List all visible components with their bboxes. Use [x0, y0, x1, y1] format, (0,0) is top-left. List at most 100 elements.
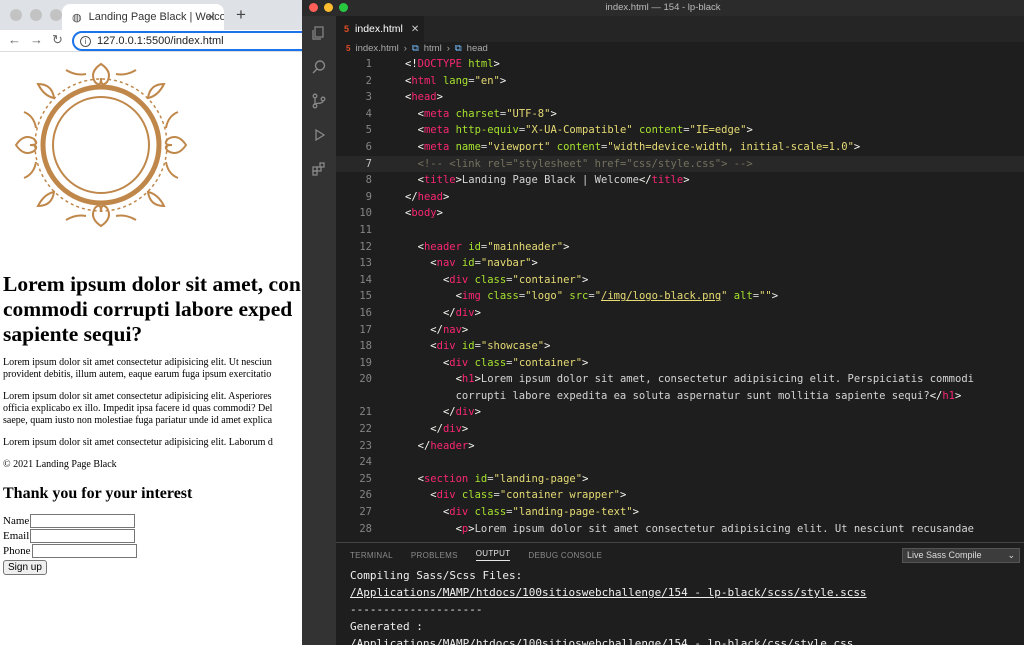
minimize-window-button[interactable] — [30, 9, 42, 21]
browser-toolbar: ← → ↻ i 127.0.0.1:5500/index.html — [0, 30, 302, 52]
line-number: 23 — [359, 439, 372, 452]
output-line: Generated : — [350, 620, 423, 633]
code-text: <meta charset="UTF-8"> — [417, 107, 557, 120]
browser-window: ◍ Landing Page Black | Welcome ✕ + ← → ↻… — [0, 0, 302, 645]
line-number: 1 — [365, 58, 372, 70]
breadcrumb: 5 index.html › ⧉ html › ⧉ head — [336, 42, 1024, 56]
line-number: 10 — [359, 207, 372, 220]
code-line[interactable]: 9 </head> — [336, 189, 1024, 206]
back-icon[interactable]: ← — [8, 32, 21, 47]
code-line[interactable]: 26 <div class="container wrapper"> — [336, 487, 1024, 504]
code-line[interactable]: 10 <body> — [336, 205, 1024, 222]
copyright-text: © 2021 Landing Page Black — [3, 459, 117, 470]
code-line[interactable]: 19 <div class="container"> — [336, 355, 1024, 372]
ornamental-logo — [14, 62, 188, 228]
code-line[interactable]: 25 <section id="landing-page"> — [336, 471, 1024, 488]
panel-tab-debug-console[interactable]: DEBUG CONSOLE — [528, 551, 602, 560]
explorer-icon[interactable] — [302, 16, 336, 50]
code-line[interactable]: 15 <img class="logo" src="/img/logo-blac… — [336, 288, 1024, 305]
close-window-button[interactable] — [10, 9, 22, 21]
url-text: 127.0.0.1:5500/index.html — [97, 35, 224, 47]
code-line[interactable]: 23 </header> — [336, 438, 1024, 455]
code-text: <!DOCTYPE html> — [405, 58, 500, 70]
code-area[interactable]: 1 <!DOCTYPE html> 2 <html lang="en"> 3 <head>… — [336, 56, 1024, 542]
line-number: 16 — [359, 306, 372, 319]
code-line[interactable]: 24 — [336, 454, 1024, 471]
element-icon: ⧉ — [411, 43, 419, 54]
code-line[interactable]: 11 — [336, 222, 1024, 239]
code-line[interactable]: 28 <p>Lorem ipsum dolor sit amet consect… — [336, 521, 1024, 538]
code-line[interactable]: 20 <h1>Lorem ipsum dolor sit amet, conse… — [336, 371, 1024, 388]
name-label: Name — [3, 514, 30, 527]
code-line[interactable]: 1 <!DOCTYPE html> — [336, 56, 1024, 73]
code-line[interactable]: 17 </nav> — [336, 322, 1024, 339]
line-number: 9 — [365, 190, 372, 203]
panel-tab-output[interactable]: OUTPUT — [475, 549, 511, 561]
output-line[interactable]: /Applications/MAMP/htdocs/100sitioswebch… — [350, 584, 1024, 601]
run-debug-icon[interactable] — [302, 118, 336, 152]
close-tab-icon[interactable]: ✕ — [207, 11, 216, 24]
phone-input[interactable] — [31, 543, 137, 558]
forward-icon[interactable]: → — [30, 32, 43, 47]
code-text: <div class="landing-page-text"> — [442, 506, 639, 519]
output-line[interactable]: /Applications/MAMP/htdocs/100sitioswebch… — [350, 635, 1024, 645]
email-label: Email — [3, 529, 30, 542]
name-input[interactable] — [30, 513, 136, 528]
editor-minimize-button[interactable] — [324, 3, 333, 12]
address-bar[interactable]: i 127.0.0.1:5500/index.html — [72, 31, 302, 51]
panel-tab-problems[interactable]: PROBLEMS — [411, 551, 458, 560]
extensions-icon[interactable] — [302, 152, 336, 186]
code-line[interactable]: 22 </div> — [336, 421, 1024, 438]
code-text: <div id="showcase"> — [430, 340, 551, 353]
breadcrumb-head[interactable]: head — [467, 42, 488, 56]
close-editor-tab-icon[interactable]: ✕ — [411, 24, 419, 35]
editor-close-button[interactable] — [309, 3, 318, 12]
code-line[interactable]: 16 </div> — [336, 305, 1024, 322]
signup-button[interactable]: Sign up — [3, 560, 47, 575]
code-line[interactable]: 14 <div class="container"> — [336, 272, 1024, 289]
code-line[interactable]: 6 <meta name="viewport" content="width=d… — [336, 139, 1024, 156]
source-control-icon[interactable] — [302, 84, 336, 118]
code-line[interactable]: 27 <div class="landing-page-text"> — [336, 504, 1024, 521]
showcase-heading: Lorem ipsum dolor sit amet, con commodi … — [3, 272, 301, 346]
editor-zoom-button[interactable] — [339, 3, 348, 12]
code-text: <p>Lorem ipsum dolor sit amet consectetu… — [455, 522, 974, 535]
code-line[interactable]: corrupti labore expedita ea soluta asper… — [336, 388, 1024, 405]
search-icon[interactable] — [302, 50, 336, 84]
code-line[interactable]: 13 <nav id="navbar"> — [336, 255, 1024, 272]
browser-tab[interactable]: ◍ Landing Page Black | Welcome ✕ — [62, 4, 224, 30]
line-number: 13 — [359, 257, 372, 270]
reload-icon[interactable]: ↻ — [52, 32, 63, 48]
code-line[interactable]: 7 <!-- <link rel="stylesheet" href="css/… — [336, 155, 1024, 173]
code-line[interactable]: 8 <title>Landing Page Black | Welcome</t… — [336, 172, 1024, 189]
paragraph-1: Lorem ipsum dolor sit amet consectetur a… — [3, 357, 272, 380]
panel-tab-terminal[interactable]: TERMINAL — [350, 551, 393, 560]
breadcrumb-file[interactable]: index.html — [355, 42, 398, 56]
site-info-icon[interactable]: i — [80, 35, 91, 47]
output-channel-select[interactable]: Live Sass Compile ⌄ — [902, 548, 1020, 563]
editor-tab-index-html[interactable]: 5 index.html ✕ — [336, 16, 424, 42]
output-line: Compiling Sass/Scss Files: — [350, 569, 523, 582]
line-number: 18 — [359, 340, 372, 353]
zoom-window-button[interactable] — [50, 9, 62, 21]
code-line[interactable]: 21 </div> — [336, 404, 1024, 421]
line-number: 8 — [365, 174, 372, 187]
code-text: <div class="container"> — [442, 273, 589, 286]
code-line[interactable]: 5 <meta http-equiv="X-UA-Compatible" con… — [336, 122, 1024, 139]
code-line[interactable]: 18 <div id="showcase"> — [336, 338, 1024, 355]
code-line[interactable]: 2 <html lang="en"> — [336, 73, 1024, 90]
line-number: 20 — [359, 373, 372, 386]
code-line[interactable]: 3 <head> — [336, 89, 1024, 106]
window-controls — [10, 9, 62, 21]
editor-window-title: index.html — 154 - lp-black — [605, 2, 721, 13]
code-line[interactable]: 12 <header id="mainheader"> — [336, 239, 1024, 256]
new-tab-button[interactable]: + — [236, 5, 246, 25]
line-number: 25 — [359, 472, 372, 485]
line-number: 5 — [365, 124, 372, 137]
code-line[interactable]: 4 <meta charset="UTF-8"> — [336, 106, 1024, 123]
tab-title: Landing Page Black | Welcome — [88, 11, 224, 23]
html5-file-icon: 5 — [344, 24, 350, 34]
email-input[interactable] — [30, 528, 136, 543]
breadcrumb-html[interactable]: html — [424, 42, 442, 56]
